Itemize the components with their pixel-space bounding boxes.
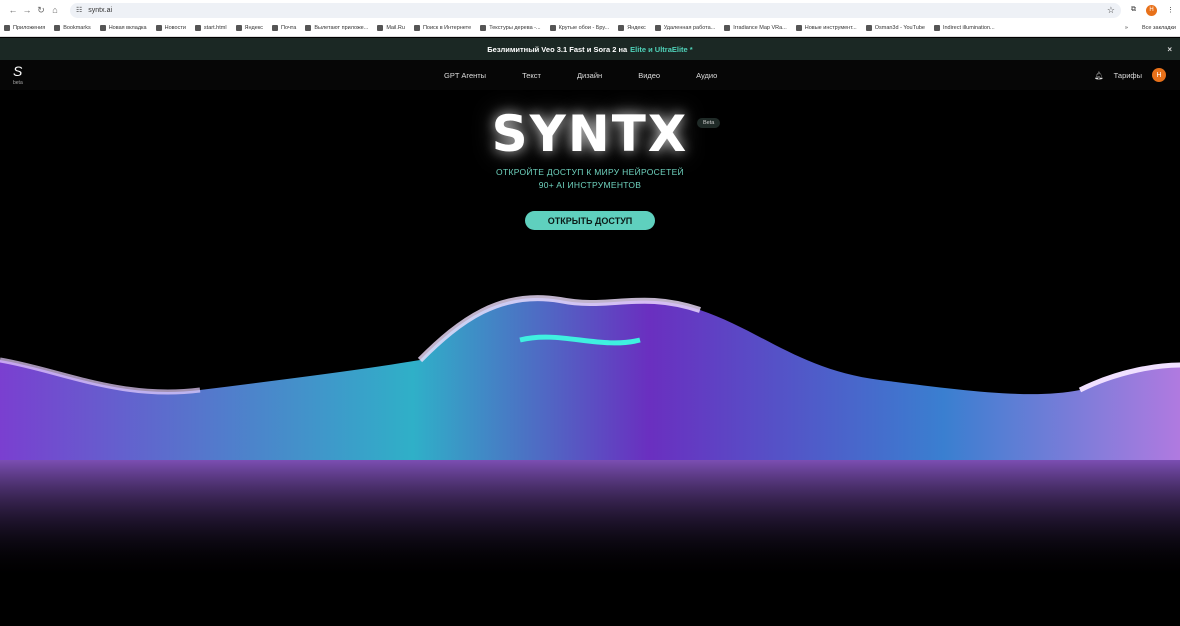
bookmark-item[interactable]: Текстуры дерева -... [480, 25, 541, 31]
bookmark-item[interactable]: Irradiance Map VRa... [724, 25, 787, 31]
bookmark-favicon-icon [99, 25, 106, 31]
nav-item-design[interactable]: Дизайн [577, 71, 602, 80]
liquid-artwork [0, 295, 1180, 580]
bookmark-item[interactable]: Вылетают приложе... [305, 25, 368, 31]
bookmark-favicon-icon [549, 25, 556, 31]
bookmark-label: Текстуры дерева -... [489, 25, 541, 31]
address-bar[interactable]: ☷ syntx.ai ☆ [70, 2, 1121, 18]
bookmark-item[interactable]: Почта [272, 25, 296, 31]
menu-icon[interactable]: ⋮ [1167, 6, 1174, 14]
bookmark-favicon-icon [724, 25, 731, 31]
avatar[interactable]: Н [1152, 68, 1166, 82]
logo-sub: beta [13, 80, 23, 86]
bookmark-item[interactable]: Bookmarks [54, 25, 91, 31]
nav-item-video[interactable]: Видео [638, 71, 660, 80]
bookmark-item[interactable]: Яндекс [235, 25, 264, 31]
bookmark-label: Новости [164, 25, 186, 31]
bookmark-item[interactable]: Osman3d - YouTube [865, 25, 925, 31]
bookmark-label: Mail.Ru [386, 25, 405, 31]
hero-subtitle-line2: 90+ AI ИНСТРУМЕНТОВ [538, 180, 642, 190]
nav-item-audio[interactable]: Аудио [696, 71, 717, 80]
bookmark-label: start.html [203, 25, 227, 31]
hero-title: SYNTX [491, 105, 689, 163]
bookmark-item[interactable]: Поиск в Интернете [413, 25, 472, 31]
bookmark-star-icon[interactable]: ☆ [1107, 5, 1115, 16]
bookmark-favicon-icon [480, 25, 487, 31]
browser-toolbar: ← → ↻ ⌂ ☷ syntx.ai ☆ ⧉ Н ⋮ [0, 0, 1180, 20]
bookmark-item[interactable]: Новая вкладка [99, 25, 147, 31]
bookmark-label: Почта [281, 25, 297, 31]
bookmark-favicon-icon [413, 25, 420, 31]
bookmark-favicon-icon [272, 25, 279, 31]
banner-text: Безлимитный Veo 3.1 Fast и Sora 2 на [487, 44, 628, 54]
bookmark-label: Яндекс [627, 25, 646, 31]
nav-item-gpt-agents[interactable]: GPT Агенты [444, 71, 486, 80]
bookmark-favicon-icon [4, 25, 10, 31]
bookmark-favicon-icon [235, 25, 242, 31]
url-text: syntx.ai [88, 6, 113, 14]
open-access-button[interactable]: ОТКРЫТЬ ДОСТУП [525, 211, 655, 230]
bookmark-favicon-icon [54, 25, 61, 31]
bookmark-label: Приложения [13, 25, 46, 31]
bookmark-item[interactable]: start.html [194, 25, 227, 31]
bookmark-item[interactable]: Удаленная работа... [654, 25, 716, 31]
bookmark-favicon-icon [933, 25, 940, 31]
bookmark-favicon-icon [654, 25, 661, 31]
banner-link[interactable]: Elite и UltraElite * [630, 45, 693, 54]
pricing-link[interactable]: Тарифы [1114, 71, 1142, 80]
bookmarks-more[interactable]: » [1125, 25, 1128, 31]
bookmarks-bar: Приложения Bookmarks Новая вкладка Новости s… [0, 20, 1180, 37]
bookmark-favicon-icon [377, 25, 384, 31]
bookmark-label: Поиск в Интернете [422, 25, 472, 31]
bookmark-favicon-icon [865, 25, 872, 31]
home-icon[interactable]: ⌂ [48, 5, 62, 15]
hero-subtitle-line1: ОТКРОЙТЕ ДОСТУП К МИРУ НЕЙРОСЕТЕЙ [496, 167, 684, 177]
bookmark-favicon-icon [305, 25, 312, 31]
nav-item-text[interactable]: Текст [522, 71, 541, 80]
forward-icon[interactable]: → [20, 5, 34, 15]
bookmark-label: Яндекс [244, 25, 264, 31]
bookmark-item[interactable]: Mail.Ru [377, 25, 405, 31]
bookmark-label: Новая вкладка [108, 25, 147, 31]
bookmark-item[interactable]: Новости [155, 25, 186, 31]
promo-banner: Безлимитный Veo 3.1 Fast и Sora 2 на Eli… [0, 38, 1180, 60]
bookmark-label: Удаленная работа... [663, 25, 716, 31]
reflection [0, 460, 1180, 580]
bookmark-label: Новые инструмент... [804, 25, 857, 31]
reload-icon[interactable]: ↻ [34, 5, 48, 16]
bookmark-item[interactable]: Яндекс [618, 25, 646, 31]
close-icon[interactable]: × [1167, 45, 1172, 54]
extensions-icon[interactable]: ⧉ [1131, 6, 1136, 14]
bookmark-label: Bookmarks [63, 25, 91, 31]
bell-icon[interactable]: 🔔︎ [1094, 71, 1104, 80]
bookmark-item[interactable]: Приложения [4, 25, 45, 31]
bookmark-label: Indirect illumination... [942, 25, 995, 31]
bookmark-item[interactable]: Новые инструмент... [795, 25, 857, 31]
bookmark-label: Вылетают приложе... [314, 25, 369, 31]
bookmark-favicon-icon [618, 25, 625, 31]
bookmark-favicon-icon [155, 25, 162, 31]
site-info-icon[interactable]: ☷ [76, 6, 82, 14]
hero-subtitle: ОТКРОЙТЕ ДОСТУП К МИРУ НЕЙРОСЕТЕЙ 90+ AI… [0, 166, 1180, 192]
bookmark-favicon-icon [194, 25, 201, 31]
all-bookmarks[interactable]: Все закладки [1142, 25, 1176, 31]
back-icon[interactable]: ← [6, 5, 20, 15]
bookmark-label: Крутые обои - Бру... [558, 25, 610, 31]
profile-avatar[interactable]: Н [1146, 4, 1157, 16]
bookmark-label: Irradiance Map VRa... [733, 25, 787, 31]
bookmark-item[interactable]: Крутые обои - Бру... [549, 25, 610, 31]
bookmark-favicon-icon [795, 25, 802, 31]
bookmark-label: Osman3d - YouTube [874, 25, 925, 31]
site-nav: Sbeta GPT Агенты Текст Дизайн Видео Ауди… [0, 60, 1180, 90]
beta-badge: Beta [697, 118, 721, 128]
logo[interactable]: Sbeta [13, 64, 23, 89]
wave-shape [0, 298, 1180, 460]
bookmark-item[interactable]: Indirect illumination... [933, 25, 995, 31]
